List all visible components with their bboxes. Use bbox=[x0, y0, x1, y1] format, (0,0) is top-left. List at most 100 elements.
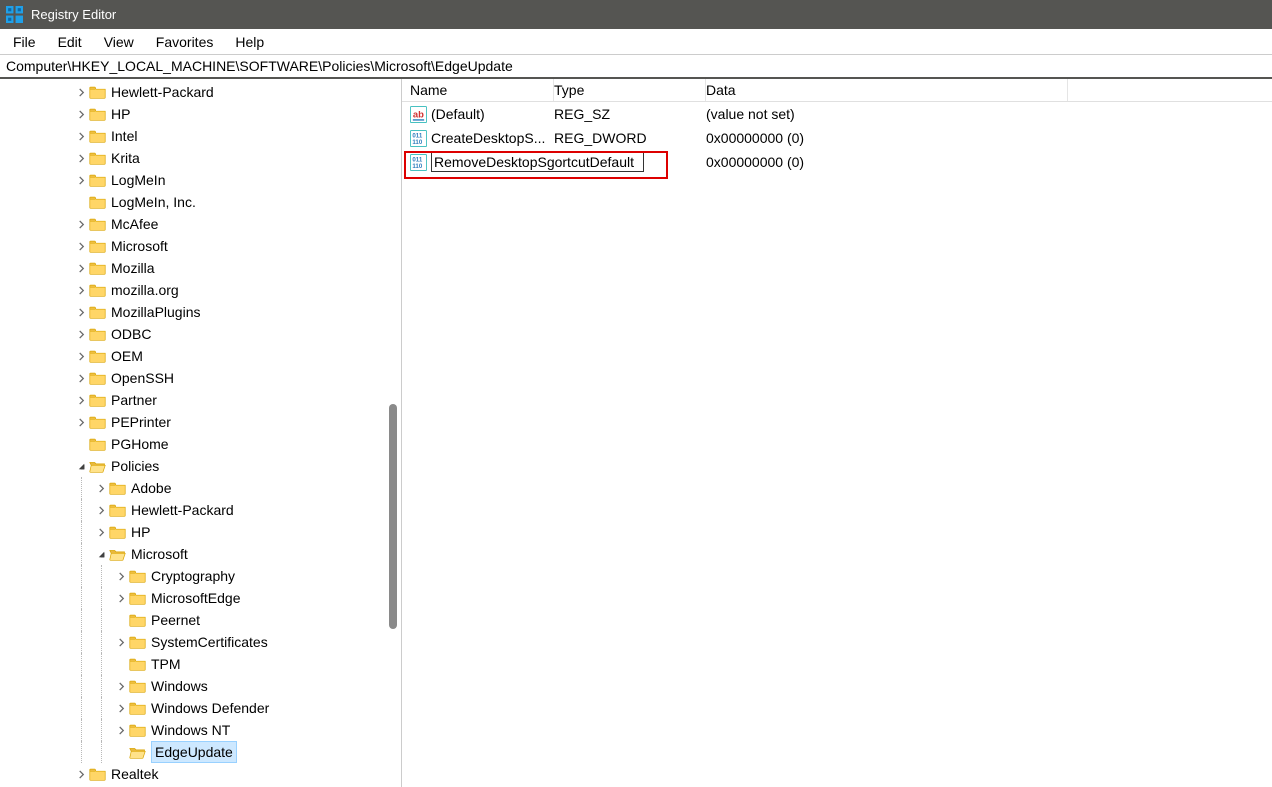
tree-item[interactable]: Peernet bbox=[0, 609, 401, 631]
chevron-right-icon[interactable] bbox=[74, 151, 88, 165]
chevron-right-icon[interactable] bbox=[74, 305, 88, 319]
chevron-right-icon[interactable] bbox=[114, 569, 128, 583]
tree-item[interactable]: Microsoft bbox=[0, 235, 401, 257]
tree-scrollbar-thumb[interactable] bbox=[389, 404, 397, 629]
tree-item[interactable]: Partner bbox=[0, 389, 401, 411]
tree-item[interactable]: Microsoft bbox=[0, 543, 401, 565]
details-pane[interactable]: Name Type Data (Default) REG_SZ (value n… bbox=[402, 79, 1272, 787]
tree-item[interactable]: HP bbox=[0, 521, 401, 543]
tree-item[interactable]: Intel bbox=[0, 125, 401, 147]
chevron-right-icon[interactable] bbox=[74, 415, 88, 429]
tree-item[interactable]: Realtek bbox=[0, 763, 401, 785]
chevron-right-icon[interactable] bbox=[114, 635, 128, 649]
window-title: Registry Editor bbox=[31, 7, 116, 22]
tree-item[interactable]: Policies bbox=[0, 455, 401, 477]
value-rename-input[interactable] bbox=[431, 152, 644, 172]
expander-placeholder bbox=[74, 437, 88, 451]
chevron-right-icon[interactable] bbox=[94, 503, 108, 517]
menu-edit[interactable]: Edit bbox=[47, 32, 93, 52]
tree-item[interactable]: Windows Defender bbox=[0, 697, 401, 719]
value-row-editing[interactable]: 0x00000000 (0) bbox=[402, 150, 1272, 174]
folder-icon bbox=[129, 723, 146, 737]
chevron-right-icon[interactable] bbox=[114, 591, 128, 605]
tree-item[interactable]: ODBC bbox=[0, 323, 401, 345]
tree-item[interactable]: LogMeIn, Inc. bbox=[0, 191, 401, 213]
tree-item-label: HP bbox=[131, 522, 150, 542]
chevron-right-icon[interactable] bbox=[74, 85, 88, 99]
chevron-down-icon[interactable] bbox=[74, 459, 88, 473]
tree-item-label: LogMeIn bbox=[111, 170, 165, 190]
tree-item[interactable]: Adobe bbox=[0, 477, 401, 499]
chevron-right-icon[interactable] bbox=[74, 261, 88, 275]
tree-item[interactable]: Hewlett-Packard bbox=[0, 499, 401, 521]
tree-item[interactable]: SystemCertificates bbox=[0, 631, 401, 653]
value-row-createdesktop[interactable]: CreateDesktopS... REG_DWORD 0x00000000 (… bbox=[402, 126, 1272, 150]
tree-item[interactable]: HP bbox=[0, 103, 401, 125]
tree-item[interactable]: Hewlett-Packard bbox=[0, 81, 401, 103]
tree-item-label: Hewlett-Packard bbox=[111, 82, 214, 102]
folder-icon bbox=[129, 679, 146, 693]
tree-item[interactable]: Cryptography bbox=[0, 565, 401, 587]
chevron-down-icon[interactable] bbox=[94, 547, 108, 561]
value-row-default[interactable]: (Default) REG_SZ (value not set) bbox=[402, 102, 1272, 126]
tree-item[interactable]: Krita bbox=[0, 147, 401, 169]
tree-item-label: Windows bbox=[151, 676, 208, 696]
chevron-right-icon[interactable] bbox=[74, 327, 88, 341]
chevron-right-icon[interactable] bbox=[74, 173, 88, 187]
tree-item[interactable]: mozilla.org bbox=[0, 279, 401, 301]
chevron-right-icon[interactable] bbox=[74, 283, 88, 297]
tree-item[interactable]: LogMeIn bbox=[0, 169, 401, 191]
tree-item[interactable]: OpenSSH bbox=[0, 367, 401, 389]
tree-item[interactable]: Windows bbox=[0, 675, 401, 697]
value-type: REG_SZ bbox=[554, 106, 706, 122]
column-header-type[interactable]: Type bbox=[554, 79, 706, 101]
tree-item[interactable]: TPM bbox=[0, 653, 401, 675]
column-header-data[interactable]: Data bbox=[706, 79, 1068, 101]
menu-help[interactable]: Help bbox=[224, 32, 275, 52]
column-header-name[interactable]: Name bbox=[402, 79, 554, 101]
chevron-right-icon[interactable] bbox=[74, 107, 88, 121]
expander-placeholder bbox=[74, 195, 88, 209]
tree-item[interactable]: MicrosoftEdge bbox=[0, 587, 401, 609]
tree-item-label: Windows Defender bbox=[151, 698, 269, 718]
chevron-right-icon[interactable] bbox=[94, 525, 108, 539]
registry-editor-window: Registry Editor File Edit View Favorites… bbox=[0, 0, 1272, 787]
chevron-right-icon[interactable] bbox=[74, 393, 88, 407]
tree-item[interactable]: PEPrinter bbox=[0, 411, 401, 433]
tree-item[interactable]: EdgeUpdate bbox=[0, 741, 401, 763]
tree-pane[interactable]: Hewlett-PackardHPIntelKritaLogMeInLogMeI… bbox=[0, 79, 402, 787]
tree-item[interactable]: OEM bbox=[0, 345, 401, 367]
folder-icon bbox=[89, 767, 106, 781]
registry-tree[interactable]: Hewlett-PackardHPIntelKritaLogMeInLogMeI… bbox=[0, 79, 401, 785]
menu-file[interactable]: File bbox=[2, 32, 47, 52]
chevron-right-icon[interactable] bbox=[114, 679, 128, 693]
chevron-right-icon[interactable] bbox=[114, 723, 128, 737]
value-name: CreateDesktopS... bbox=[431, 130, 545, 146]
chevron-right-icon[interactable] bbox=[74, 129, 88, 143]
folder-icon bbox=[109, 481, 126, 495]
chevron-right-icon[interactable] bbox=[74, 349, 88, 363]
menu-view[interactable]: View bbox=[93, 32, 145, 52]
chevron-right-icon[interactable] bbox=[74, 767, 88, 781]
folder-icon bbox=[89, 173, 106, 187]
expander-placeholder bbox=[114, 657, 128, 671]
tree-item[interactable]: McAfee bbox=[0, 213, 401, 235]
address-bar[interactable]: Computer\HKEY_LOCAL_MACHINE\SOFTWARE\Pol… bbox=[0, 55, 1272, 79]
tree-item[interactable]: PGHome bbox=[0, 433, 401, 455]
folder-open-icon bbox=[129, 745, 146, 759]
tree-item-label: Peernet bbox=[151, 610, 200, 630]
tree-item[interactable]: Mozilla bbox=[0, 257, 401, 279]
tree-item[interactable]: MozillaPlugins bbox=[0, 301, 401, 323]
menu-favorites[interactable]: Favorites bbox=[145, 32, 225, 52]
chevron-right-icon[interactable] bbox=[74, 239, 88, 253]
main-split: Hewlett-PackardHPIntelKritaLogMeInLogMeI… bbox=[0, 79, 1272, 787]
folder-icon bbox=[89, 305, 106, 319]
tree-item[interactable]: Windows NT bbox=[0, 719, 401, 741]
chevron-right-icon[interactable] bbox=[74, 371, 88, 385]
chevron-right-icon[interactable] bbox=[94, 481, 108, 495]
title-bar: Registry Editor bbox=[0, 0, 1272, 29]
folder-icon bbox=[89, 129, 106, 143]
tree-item-label: Adobe bbox=[131, 478, 171, 498]
chevron-right-icon[interactable] bbox=[74, 217, 88, 231]
chevron-right-icon[interactable] bbox=[114, 701, 128, 715]
